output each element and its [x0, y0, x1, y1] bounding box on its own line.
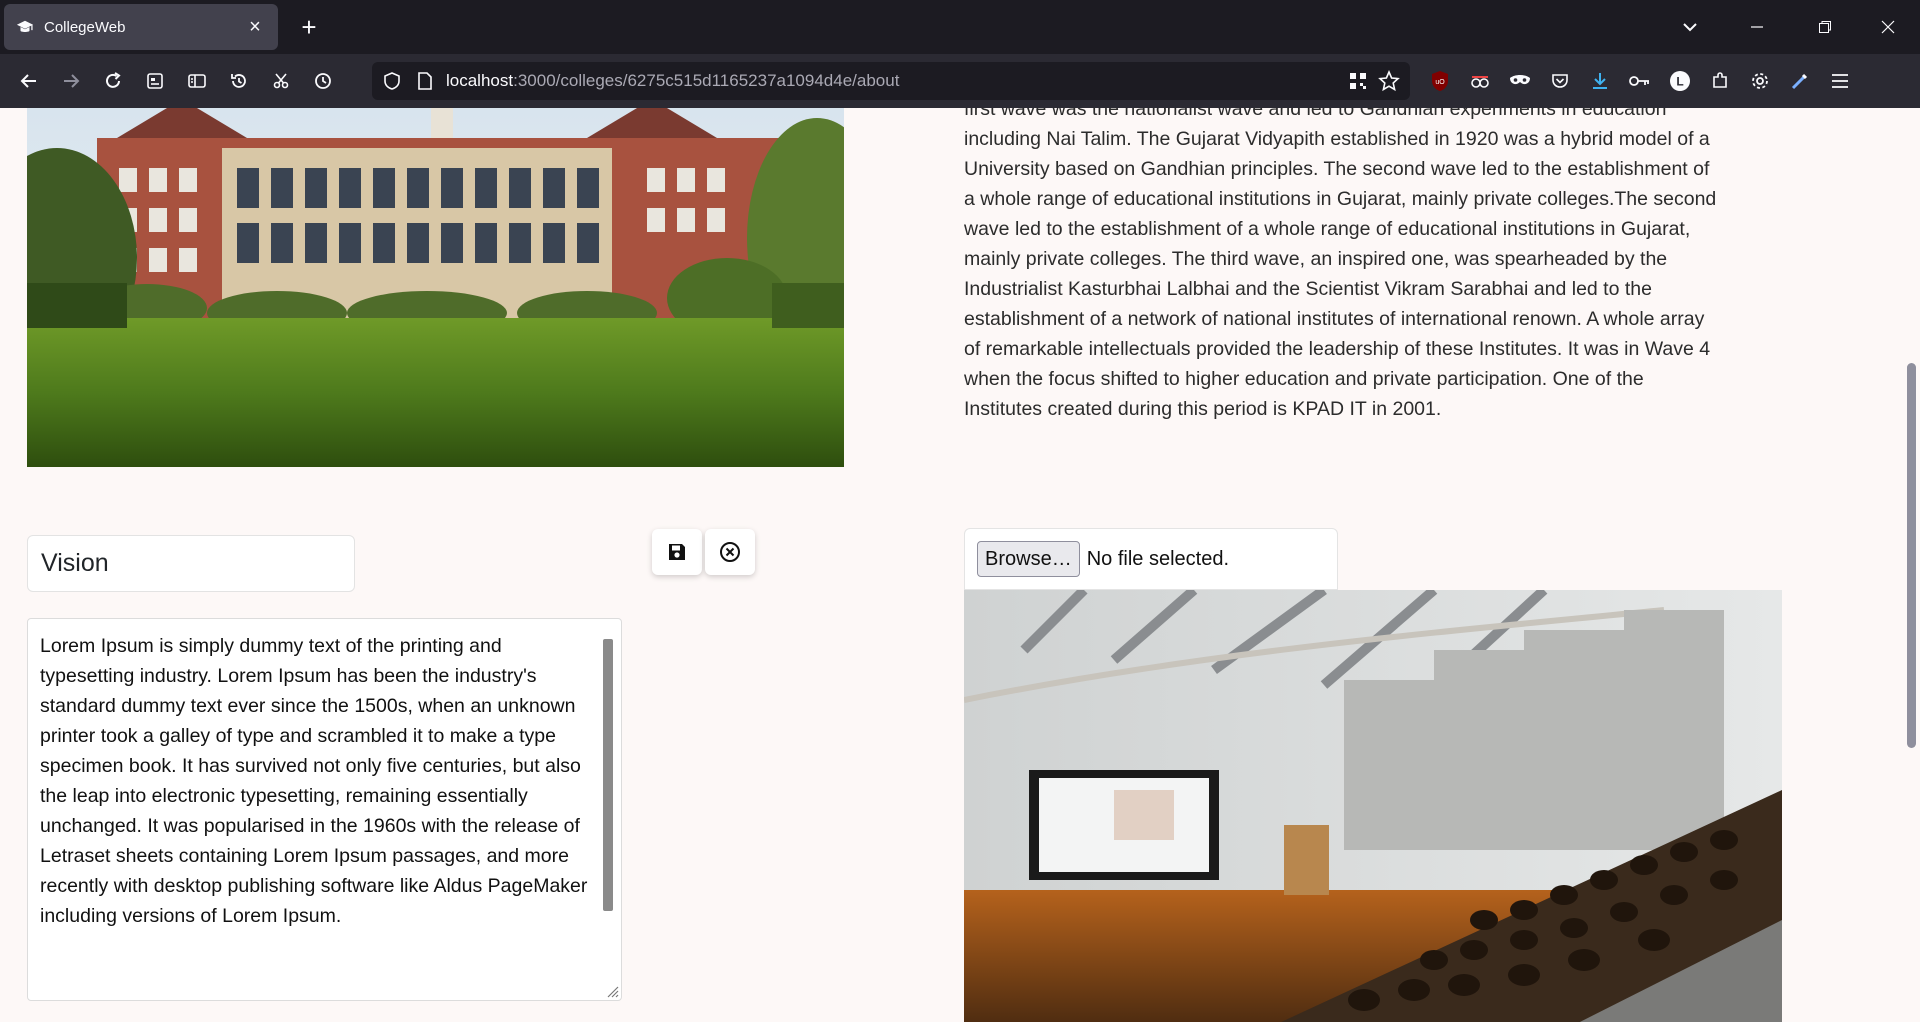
browse-button[interactable]: Browse…: [977, 541, 1080, 577]
clock-icon[interactable]: [302, 61, 344, 101]
ublock-icon[interactable]: uO: [1420, 61, 1460, 101]
page-scrollbar[interactable]: [1902, 108, 1920, 1022]
file-upload: Browse… No file selected.: [964, 528, 1338, 590]
minimize-icon[interactable]: [1720, 0, 1794, 54]
cancel-button[interactable]: [705, 529, 755, 575]
color-picker-icon[interactable]: [1780, 61, 1820, 101]
forward-arrow-icon[interactable]: [50, 61, 92, 101]
sidebar-icon[interactable]: [176, 61, 218, 101]
shield-icon[interactable]: [382, 71, 402, 91]
back-arrow-icon[interactable]: [8, 61, 50, 101]
tab-bar: CollegeWeb × +: [0, 0, 1920, 54]
key-icon[interactable]: [1620, 61, 1660, 101]
graduation-cap-icon: [16, 20, 34, 32]
extensions-puzzle-icon[interactable]: [1700, 61, 1740, 101]
settings-gear-icon[interactable]: [1740, 61, 1780, 101]
textarea-scrollbar[interactable]: [603, 639, 613, 911]
menu-hamburger-icon[interactable]: [1820, 61, 1860, 101]
lecture-hall-image: [964, 590, 1782, 1022]
address-bar[interactable]: localhost:3000/colleges/6275c515d1165237…: [372, 62, 1410, 100]
svg-text:uO: uO: [1435, 79, 1445, 86]
tab-title: CollegeWeb: [44, 18, 126, 36]
vision-textarea[interactable]: Lorem Ipsum is simply dummy text of the …: [27, 618, 622, 1001]
resize-handle-icon[interactable]: [605, 984, 619, 998]
save-icon: [669, 544, 685, 560]
download-icon[interactable]: [1580, 61, 1620, 101]
bookmark-star-icon[interactable]: [1378, 70, 1400, 92]
url-path: :3000/colleges/6275c515d1165237a1094d4e/…: [513, 71, 900, 90]
vision-text: Lorem Ipsum is simply dummy text of the …: [40, 635, 588, 927]
screenshot-icon[interactable]: [260, 61, 302, 101]
close-tab-icon[interactable]: ×: [244, 16, 266, 39]
url-host: localhost: [446, 71, 514, 90]
extensions-toolbar: uO L: [1420, 54, 1860, 108]
qr-code-icon[interactable]: [1348, 71, 1368, 91]
file-status-text: No file selected.: [1086, 547, 1229, 570]
new-tab-button[interactable]: +: [292, 10, 326, 44]
college-history-paragraph: first wave was the nationalist wave and …: [964, 108, 1717, 420]
page-viewport: first wave was the nationalist wave and …: [0, 108, 1920, 1022]
cancel-icon: [720, 542, 740, 562]
reload-icon[interactable]: [92, 61, 134, 101]
page-scrollbar-thumb[interactable]: [1907, 363, 1916, 748]
tab-collegeweb[interactable]: CollegeWeb ×: [4, 4, 278, 50]
glasses-extension-icon[interactable]: [1460, 61, 1500, 101]
page-info-icon[interactable]: [416, 71, 434, 91]
restore-icon[interactable]: [1794, 0, 1856, 54]
save-button[interactable]: [652, 529, 702, 575]
pocket-icon[interactable]: [1540, 61, 1580, 101]
reader-view-icon[interactable]: [134, 61, 176, 101]
vision-title-input[interactable]: Vision: [27, 535, 355, 592]
close-window-icon[interactable]: [1856, 0, 1920, 54]
campus-building-image: [27, 108, 844, 467]
profile-l-icon[interactable]: L: [1660, 61, 1700, 101]
list-tabs-chevron-icon[interactable]: [1660, 0, 1720, 54]
history-icon[interactable]: [218, 61, 260, 101]
mask-icon[interactable]: [1500, 61, 1540, 101]
svg-text:L: L: [1676, 75, 1683, 89]
